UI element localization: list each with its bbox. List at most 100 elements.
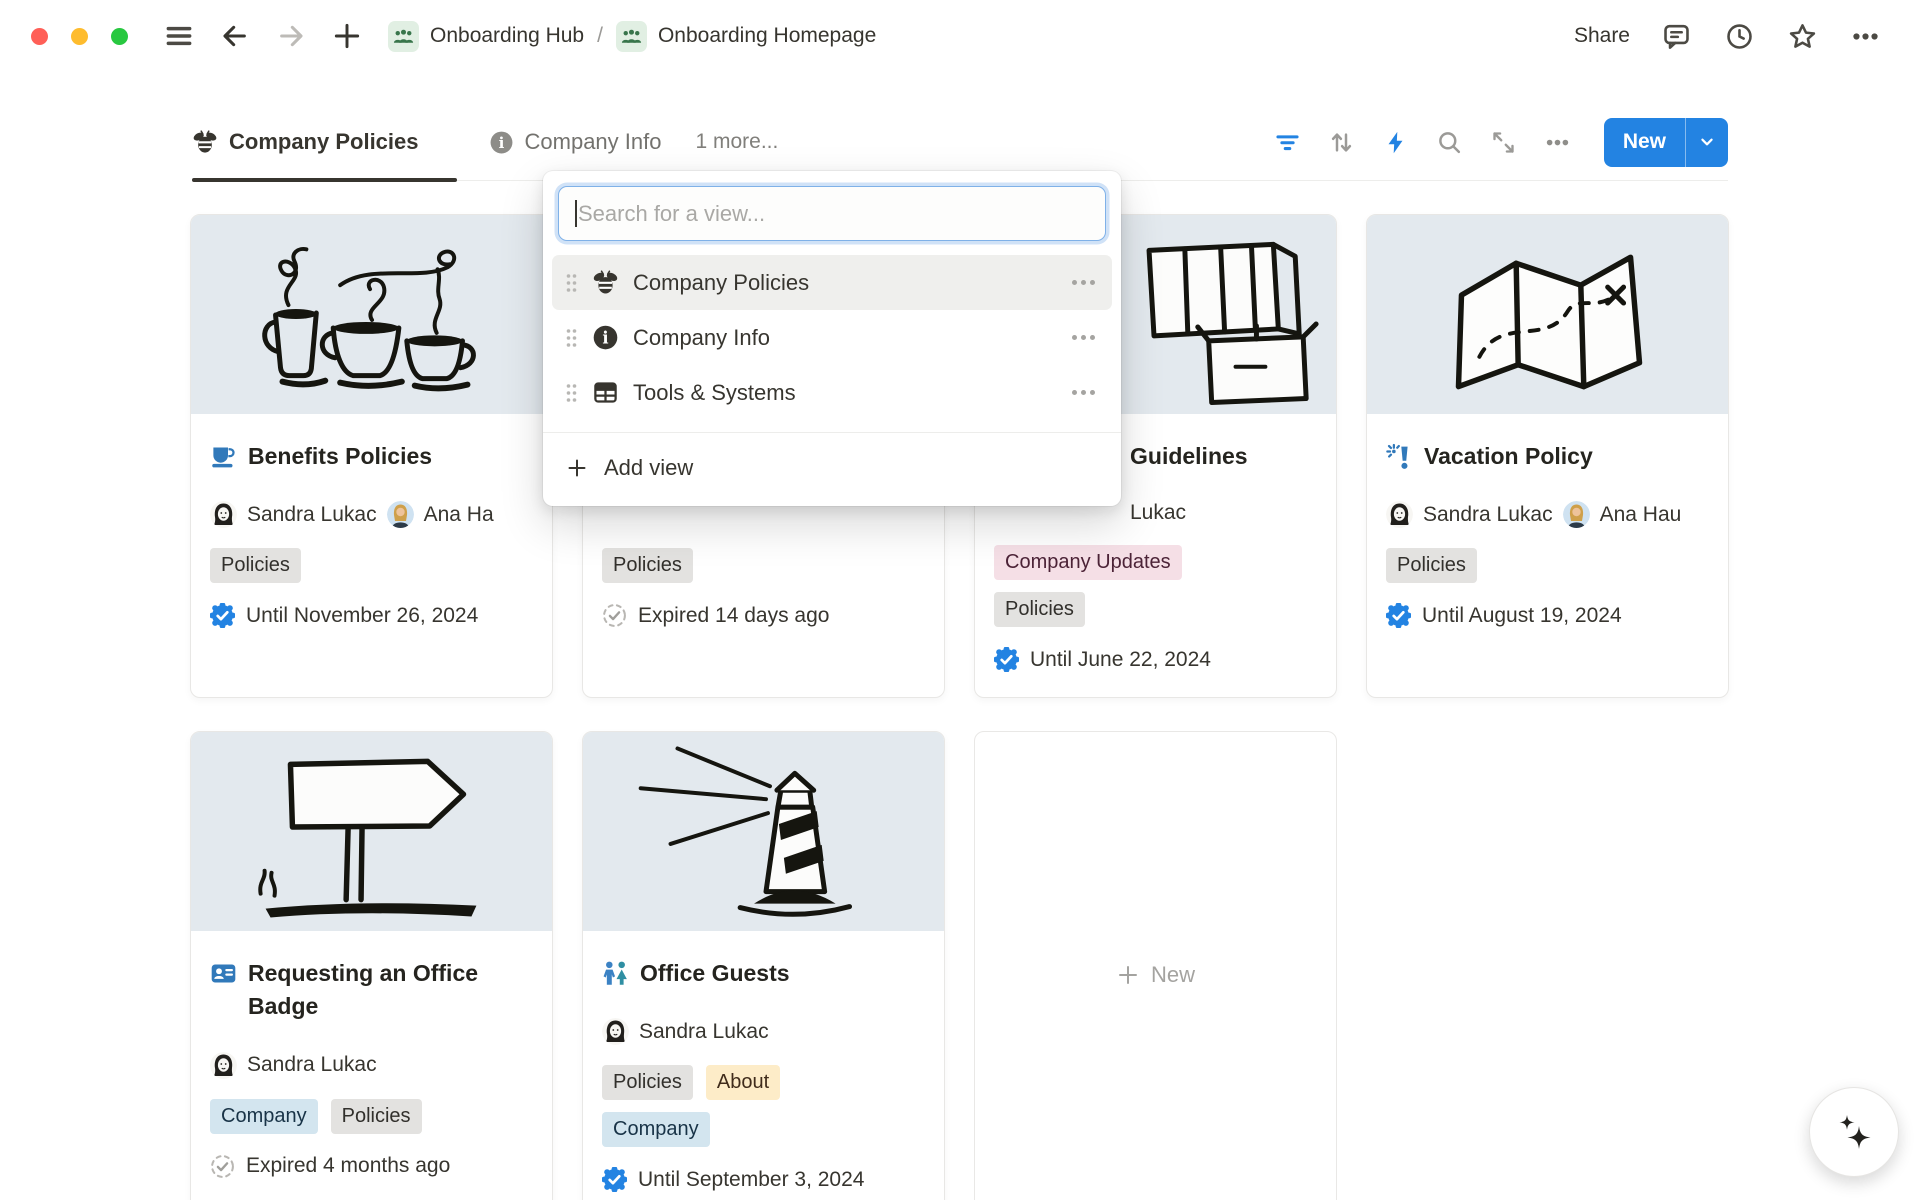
card-tags: Company Updates: [994, 545, 1317, 580]
card-office-badge[interactable]: Requesting an Office Badge Sandra Lukac: [190, 731, 553, 1200]
minimize-window-button[interactable]: [71, 28, 88, 45]
comments-icon[interactable]: [1659, 19, 1693, 53]
card-vacation-policy[interactable]: Vacation Policy Sandra Lukac: [1366, 214, 1729, 698]
tag: Company: [602, 1112, 710, 1147]
card-tags: Company Policies: [210, 1099, 533, 1134]
collection-toolbar: Company Policies i Company Info 1 more..…: [192, 104, 1728, 181]
automation-lightning-icon[interactable]: [1382, 128, 1410, 156]
share-button[interactable]: Share: [1574, 24, 1630, 48]
id-badge-icon: [210, 960, 237, 987]
sidebar-toggle-icon[interactable]: [162, 19, 196, 53]
more-views-button[interactable]: 1 more...: [695, 130, 778, 154]
history-clock-icon[interactable]: [1722, 19, 1756, 53]
view-search-field[interactable]: [558, 186, 1106, 241]
tab-company-policies[interactable]: Company Policies: [192, 104, 457, 180]
close-window-button[interactable]: [31, 28, 48, 45]
card-tags: Policies About: [602, 1065, 925, 1100]
avatar: [210, 501, 237, 528]
card-title: Requesting an Office Badge: [248, 957, 533, 1024]
status-text: Until November 26, 2024: [246, 604, 478, 628]
card-people: Sandra Lukac Ana Ha: [210, 501, 533, 528]
card-tags: Policies: [1386, 548, 1709, 583]
favorite-star-icon[interactable]: [1785, 19, 1819, 53]
sort-icon[interactable]: [1328, 128, 1356, 156]
bee-icon: [592, 269, 619, 296]
tab-company-info[interactable]: i Company Info: [489, 104, 662, 180]
add-view-label: Add view: [604, 455, 693, 481]
new-card-label: New: [1151, 962, 1195, 988]
card-status: Expired 4 months ago: [210, 1154, 533, 1179]
new-button[interactable]: New: [1604, 118, 1685, 167]
new-card-button[interactable]: New: [974, 731, 1337, 1200]
card-title: Vacation Policy: [1424, 440, 1593, 473]
view-search-input[interactable]: [559, 187, 1105, 240]
avatar: [387, 501, 414, 528]
dropdown-divider: [543, 432, 1121, 433]
drag-handle-icon[interactable]: [565, 273, 578, 293]
view-option-company-info[interactable]: i Company Info: [552, 310, 1112, 365]
person-name: Sandra Lukac: [1423, 503, 1553, 527]
breadcrumb-current[interactable]: Onboarding Homepage: [658, 24, 876, 48]
more-options-icon[interactable]: [1848, 19, 1882, 53]
back-icon[interactable]: [218, 19, 252, 53]
tag: Policies: [331, 1099, 422, 1134]
notion-ai-button[interactable]: [1809, 1087, 1899, 1177]
folded-map-illustration: [1367, 215, 1728, 414]
card-title-row: Benefits Policies: [210, 440, 533, 473]
svg-text:i: i: [498, 133, 504, 151]
avatar: [602, 1018, 629, 1045]
forward-icon[interactable]: [274, 19, 308, 53]
card-people: Lukac: [1130, 501, 1317, 525]
search-icon[interactable]: [1436, 128, 1464, 156]
zoom-window-button[interactable]: [111, 28, 128, 45]
view-options-ellipsis-icon[interactable]: [1068, 329, 1099, 346]
view-option-company-policies[interactable]: Company Policies: [552, 255, 1112, 310]
signpost-illustration: [191, 732, 552, 931]
avatar: [210, 1052, 237, 1079]
tag: Policies: [1386, 548, 1477, 583]
breadcrumb-separator: /: [597, 24, 603, 48]
card-benefits-policies[interactable]: Benefits Policies Sandra Lukac: [190, 214, 553, 698]
window-topbar: Onboarding Hub / Onboarding Homepage Sha…: [0, 0, 1920, 72]
card-office-guests[interactable]: Office Guests Sandra Lukac Policies: [582, 731, 945, 1200]
card-title-row: Office Guests: [602, 957, 925, 990]
card-body: Benefits Policies Sandra Lukac: [191, 414, 552, 628]
person-name: Sandra Lukac: [247, 503, 377, 527]
text-caret: [575, 200, 577, 227]
add-view-button[interactable]: Add view: [543, 442, 1121, 494]
card-tags: Policies: [602, 548, 925, 583]
lighthouse-illustration: [583, 732, 944, 931]
tag: Company Updates: [994, 545, 1182, 580]
exclamation-sun-icon: [1386, 443, 1413, 470]
view-options-ellipsis-icon[interactable]: [1068, 274, 1099, 291]
expand-view-icon[interactable]: [1490, 128, 1518, 156]
card-title-row: Vacation Policy: [1386, 440, 1709, 473]
traffic-lights: [31, 28, 128, 45]
card-tags: Policies: [994, 592, 1317, 627]
tag: Policies: [210, 548, 301, 583]
avatar: [1386, 501, 1413, 528]
topbar-actions: Share: [1574, 19, 1882, 53]
breadcrumb-root[interactable]: Onboarding Hub: [430, 24, 584, 48]
drag-handle-icon[interactable]: [565, 328, 578, 348]
card-status: Until June 22, 2024: [994, 647, 1317, 672]
new-page-icon[interactable]: [330, 19, 364, 53]
verified-badge-icon: [1386, 603, 1411, 628]
card-title-row: Requesting an Office Badge: [210, 957, 533, 1024]
person-name-visible: Lukac: [1130, 501, 1186, 525]
view-option-tools-systems[interactable]: Tools & Systems: [552, 365, 1112, 420]
card-status: Expired 14 days ago: [602, 603, 925, 628]
filter-icon[interactable]: [1274, 128, 1302, 156]
tag: About: [706, 1065, 780, 1100]
view-search-dropdown: Company Policies i Company Info: [543, 171, 1121, 506]
person-name: Sandra Lukac: [639, 1020, 769, 1044]
table-icon: [592, 379, 619, 406]
view-settings-ellipsis-icon[interactable]: [1544, 128, 1572, 156]
sparkles-icon: [1830, 1108, 1878, 1156]
drag-handle-icon[interactable]: [565, 383, 578, 403]
new-dropdown-button[interactable]: [1685, 118, 1728, 167]
status-text: Until June 22, 2024: [1030, 648, 1211, 672]
breadcrumb: Onboarding Hub / Onboarding Homepage: [388, 21, 876, 52]
card-people: Sandra Lukac: [210, 1052, 533, 1079]
view-options-ellipsis-icon[interactable]: [1068, 384, 1099, 401]
